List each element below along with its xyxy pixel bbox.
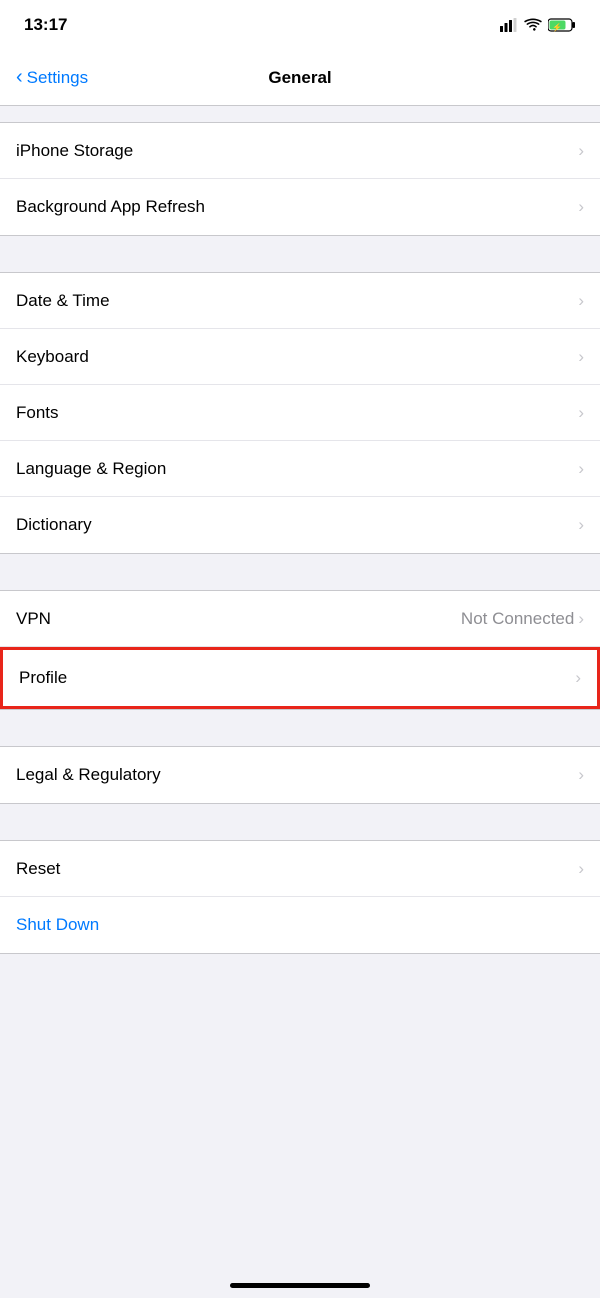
date-time-item[interactable]: Date & Time › — [0, 273, 600, 329]
keyboard-chevron: › — [578, 347, 584, 367]
battery-icon: ⚡ — [548, 18, 576, 32]
status-time: 13:17 — [24, 15, 67, 35]
home-indicator — [230, 1283, 370, 1288]
section-gap-3 — [0, 554, 600, 590]
page-title: General — [268, 68, 331, 88]
date-time-label: Date & Time — [16, 291, 110, 311]
reset-label: Reset — [16, 859, 60, 879]
dictionary-label: Dictionary — [16, 515, 92, 535]
list-group-legal: Legal & Regulatory › — [0, 746, 600, 804]
list-group-reset: Reset › Shut Down — [0, 840, 600, 954]
vpn-status: Not Connected — [461, 609, 574, 629]
section-gap-2 — [0, 236, 600, 272]
dictionary-item[interactable]: Dictionary › — [0, 497, 600, 553]
background-app-refresh-right: › — [578, 197, 584, 217]
back-label: Settings — [27, 68, 88, 88]
legal-regulatory-label: Legal & Regulatory — [16, 765, 161, 785]
profile-label: Profile — [19, 668, 67, 688]
language-region-item[interactable]: Language & Region › — [0, 441, 600, 497]
reset-item[interactable]: Reset › — [0, 841, 600, 897]
background-app-refresh-chevron: › — [578, 197, 584, 217]
fonts-chevron: › — [578, 403, 584, 423]
shutdown-item[interactable]: Shut Down — [0, 897, 600, 953]
section-gap-5 — [0, 804, 600, 840]
list-group-storage: iPhone Storage › Background App Refresh … — [0, 122, 600, 236]
background-app-refresh-label: Background App Refresh — [16, 197, 205, 217]
reset-chevron: › — [578, 859, 584, 879]
profile-item[interactable]: Profile › — [3, 650, 597, 706]
iphone-storage-label: iPhone Storage — [16, 141, 133, 161]
status-bar: 13:17 ⚡ — [0, 0, 600, 50]
svg-text:⚡: ⚡ — [552, 22, 562, 32]
iphone-storage-chevron: › — [578, 141, 584, 161]
list-group-vpn-profile: VPN Not Connected › Profile › — [0, 590, 600, 710]
iphone-storage-right: › — [578, 141, 584, 161]
back-button[interactable]: ‹ Settings — [16, 66, 88, 89]
nav-bar: ‹ Settings General — [0, 50, 600, 106]
vpn-item[interactable]: VPN Not Connected › — [0, 591, 600, 647]
date-time-chevron: › — [578, 291, 584, 311]
dictionary-chevron: › — [578, 515, 584, 535]
section-gap-1 — [0, 106, 600, 122]
status-icons: ⚡ — [500, 18, 576, 32]
keyboard-label: Keyboard — [16, 347, 89, 367]
section-gap-4 — [0, 710, 600, 746]
fonts-item[interactable]: Fonts › — [0, 385, 600, 441]
profile-chevron: › — [575, 668, 581, 688]
language-region-label: Language & Region — [16, 459, 166, 479]
wifi-icon — [524, 18, 542, 32]
background-app-refresh-item[interactable]: Background App Refresh › — [0, 179, 600, 235]
signal-icon — [500, 18, 518, 32]
legal-regulatory-item[interactable]: Legal & Regulatory › — [0, 747, 600, 803]
shutdown-label: Shut Down — [16, 915, 99, 935]
vpn-label: VPN — [16, 609, 51, 629]
legal-regulatory-chevron: › — [578, 765, 584, 785]
profile-highlight-border: Profile › — [0, 647, 600, 709]
vpn-chevron: › — [578, 609, 584, 629]
language-region-chevron: › — [578, 459, 584, 479]
iphone-storage-item[interactable]: iPhone Storage › — [0, 123, 600, 179]
list-group-datetime: Date & Time › Keyboard › Fonts › Languag… — [0, 272, 600, 554]
back-chevron-icon: ‹ — [16, 66, 23, 89]
keyboard-item[interactable]: Keyboard › — [0, 329, 600, 385]
fonts-label: Fonts — [16, 403, 59, 423]
